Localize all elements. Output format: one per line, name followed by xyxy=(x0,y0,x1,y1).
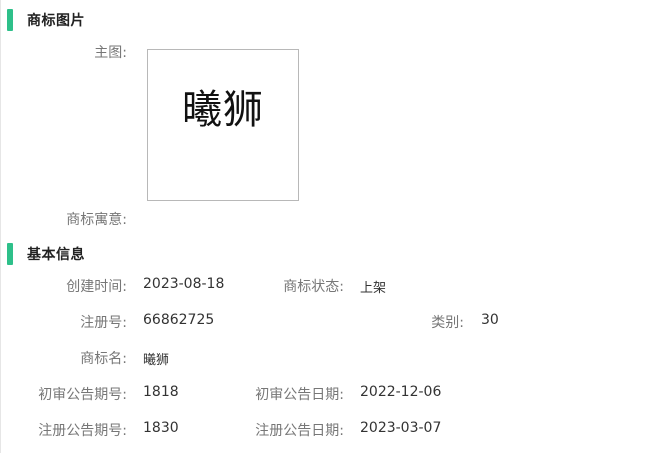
trademark-main-image[interactable]: 曦狮 xyxy=(147,49,299,201)
section-title-text: 基本信息 xyxy=(27,247,85,263)
section-title-basic: 基本信息 xyxy=(7,243,85,265)
main-image-label: 主图: xyxy=(94,45,127,61)
section-accent-bar xyxy=(7,9,13,31)
category-label: 类别: xyxy=(431,315,464,331)
created-time-label: 创建时间: xyxy=(66,279,127,295)
created-time-value: 2023-08-18 xyxy=(143,276,225,292)
trademark-meaning-label: 商标寓意: xyxy=(66,212,127,228)
prelim-announcement-date-label: 初审公告日期: xyxy=(255,387,344,403)
registration-announcement-date-label: 注册公告日期: xyxy=(255,423,344,439)
prelim-announcement-issue-label: 初审公告期号: xyxy=(38,387,127,403)
registration-number-label: 注册号: xyxy=(80,315,127,331)
trademark-status-label: 商标状态: xyxy=(283,279,344,295)
prelim-announcement-issue-value: 1818 xyxy=(143,384,179,400)
registration-announcement-issue-value: 1830 xyxy=(143,420,179,436)
registration-announcement-date-value: 2023-03-07 xyxy=(360,420,442,436)
registration-announcement-issue-label: 注册公告期号: xyxy=(38,423,127,439)
trademark-logo-text: 曦狮 xyxy=(182,87,264,133)
section-title-text: 商标图片 xyxy=(27,13,85,29)
trademark-name-label: 商标名: xyxy=(80,351,127,367)
section-accent-bar xyxy=(7,243,13,265)
trademark-name-value: 曦狮 xyxy=(143,353,170,368)
trademark-detail-page: 商标图片 主图: 曦狮 商标寓意: 基本信息 创建时间: 2023-08-18 … xyxy=(0,0,651,453)
registration-number-value: 66862725 xyxy=(143,312,215,328)
category-value: 30 xyxy=(481,312,499,328)
section-title-image: 商标图片 xyxy=(7,9,85,31)
trademark-status-value: 上架 xyxy=(360,281,387,296)
prelim-announcement-date-value: 2022-12-06 xyxy=(360,384,442,400)
